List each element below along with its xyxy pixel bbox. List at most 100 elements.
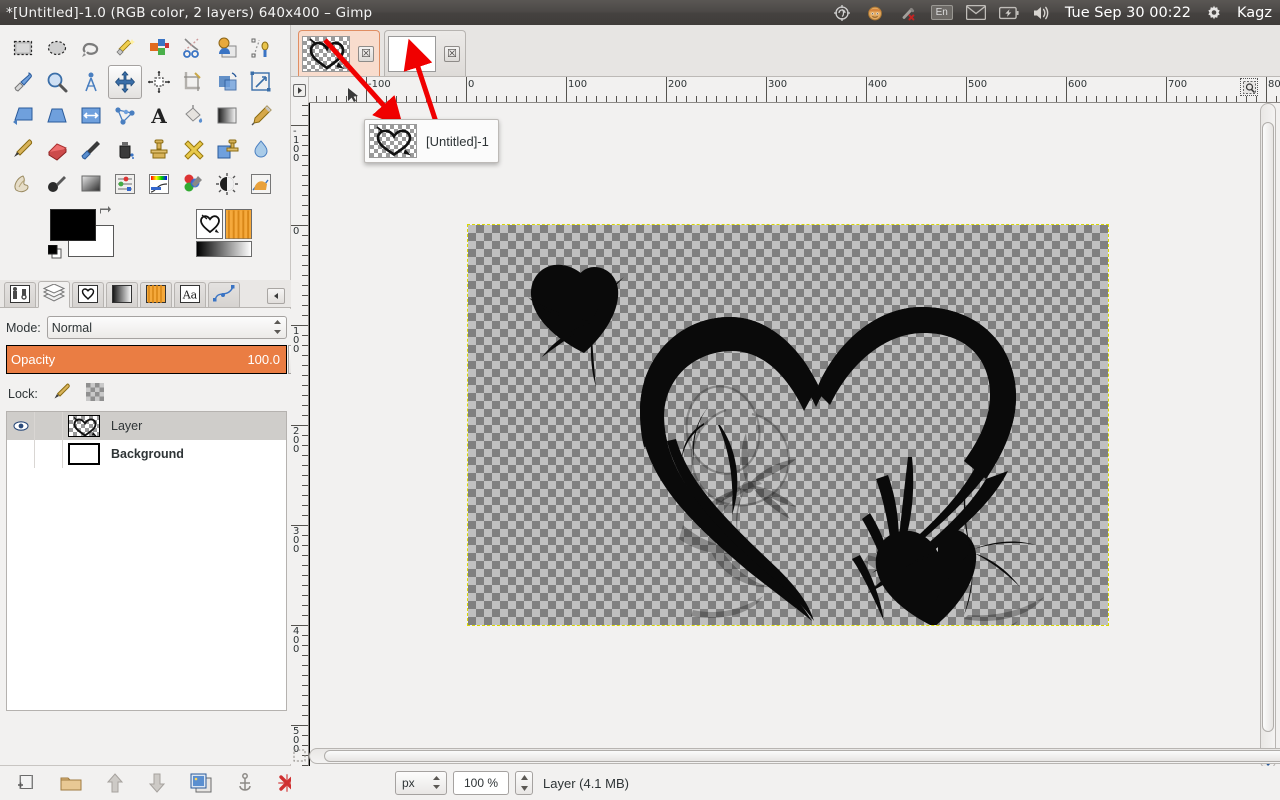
lock-pixels-icon[interactable]: [52, 382, 72, 405]
active-brush-indicator[interactable]: [196, 209, 223, 239]
layer-visibility-icon[interactable]: [7, 440, 35, 468]
dock-menu-icon[interactable]: [267, 288, 285, 304]
scale-tool[interactable]: [244, 65, 278, 99]
selection-mode-icon[interactable]: [293, 749, 307, 763]
tab-paths[interactable]: [208, 282, 240, 307]
vertical-scrollbar[interactable]: [1260, 103, 1276, 769]
tab-brushes[interactable]: [72, 282, 104, 307]
quick-mask-icon[interactable]: [1240, 78, 1258, 96]
posterize-tool[interactable]: [244, 167, 278, 201]
canvas-viewport[interactable]: [309, 103, 1280, 769]
perspective-clone-tool[interactable]: [210, 133, 244, 167]
keyboard-layout-icon[interactable]: En: [930, 5, 953, 20]
tab-layers[interactable]: [38, 281, 70, 308]
by-color-select-tool[interactable]: [142, 31, 176, 65]
battery-icon[interactable]: [998, 3, 1019, 23]
alignment-tool[interactable]: [142, 65, 176, 99]
new-layer-icon[interactable]: [16, 772, 36, 794]
tab-tool-options[interactable]: [4, 282, 36, 307]
tab-gradients[interactable]: [106, 282, 138, 307]
perspective-tool[interactable]: [40, 99, 74, 133]
fg-bg-color-area[interactable]: [47, 206, 114, 259]
shear-tool[interactable]: [6, 99, 40, 133]
username-label[interactable]: Kagz: [1237, 5, 1272, 21]
horizontal-scrollbar-thumb[interactable]: [324, 750, 1280, 762]
horizontal-ruler[interactable]: -1000100200300400500600700800900: [309, 77, 1280, 103]
image-tab-untitled-2[interactable]: ☒: [384, 30, 466, 76]
bluetooth-off-icon[interactable]: [898, 3, 918, 23]
ellipse-select-tool[interactable]: [40, 31, 74, 65]
table-row[interactable]: Background: [7, 440, 286, 468]
layer-visibility-icon[interactable]: [7, 412, 35, 440]
cage-transform-tool[interactable]: [108, 99, 142, 133]
opacity-slider[interactable]: Opacity 100.0: [6, 345, 307, 374]
raise-layer-icon[interactable]: [106, 772, 124, 794]
bucket-fill-tool[interactable]: [176, 99, 210, 133]
ink-tool[interactable]: [108, 133, 142, 167]
duplicate-layer-icon[interactable]: [190, 772, 212, 794]
rect-select-tool[interactable]: [6, 31, 40, 65]
active-pattern-indicator[interactable]: [225, 209, 252, 239]
curves-tool[interactable]: [142, 167, 176, 201]
reset-colors-icon[interactable]: [47, 244, 62, 262]
gradient-preview-tool[interactable]: [74, 167, 108, 201]
crop-tool[interactable]: [176, 65, 210, 99]
airbrush-tool[interactable]: [74, 133, 108, 167]
swap-colors-icon[interactable]: [98, 206, 112, 223]
new-layer-group-icon[interactable]: [60, 772, 82, 794]
table-row[interactable]: Layer: [7, 412, 286, 440]
blend-tool[interactable]: [210, 99, 244, 133]
paths-tool[interactable]: [244, 31, 278, 65]
foreground-select-tool[interactable]: [210, 31, 244, 65]
active-gradient-indicator[interactable]: [196, 241, 252, 257]
horizontal-scrollbar[interactable]: [309, 748, 1280, 764]
smudge-tool[interactable]: [6, 167, 40, 201]
flip-tool[interactable]: [74, 99, 108, 133]
heal-tool[interactable]: [176, 133, 210, 167]
gear-icon[interactable]: [1204, 3, 1224, 23]
lower-layer-icon[interactable]: [148, 772, 166, 794]
clock[interactable]: Tue Sep 30 00:22: [1065, 5, 1191, 21]
brightness-contrast-tool[interactable]: [210, 167, 244, 201]
rotate-tool[interactable]: [210, 65, 244, 99]
vertical-ruler[interactable]: - 1 0 001 0 02 0 03 0 04 0 05 0 0: [291, 103, 309, 769]
vertical-scrollbar-thumb[interactable]: [1262, 122, 1274, 732]
pencil-tool[interactable]: [244, 99, 278, 133]
lock-alpha-icon[interactable]: [85, 383, 104, 404]
blur-sharpen-tool[interactable]: [244, 133, 278, 167]
close-icon[interactable]: ☒: [444, 45, 460, 62]
paintbrush-tool[interactable]: [6, 133, 40, 167]
clone-tool[interactable]: [142, 133, 176, 167]
fuzzy-select-tool[interactable]: [108, 31, 142, 65]
mode-combo[interactable]: Normal: [46, 316, 287, 339]
color-picker-tool[interactable]: [6, 65, 40, 99]
close-icon[interactable]: ☒: [358, 45, 374, 62]
layer-list[interactable]: Layer Background: [6, 411, 287, 711]
mail-icon[interactable]: [965, 3, 986, 23]
volume-icon[interactable]: [1032, 3, 1052, 23]
scissors-select-tool[interactable]: [176, 31, 210, 65]
tab-patterns[interactable]: [140, 282, 172, 307]
anchor-layer-icon[interactable]: [236, 772, 254, 794]
zoom-stepper[interactable]: [515, 771, 533, 795]
image-tab-untitled-1[interactable]: ☒: [298, 30, 380, 76]
layer-link-cell[interactable]: [35, 440, 63, 468]
layer-link-cell[interactable]: [35, 412, 63, 440]
eraser-tool[interactable]: [40, 133, 74, 167]
dodge-burn-tool[interactable]: [40, 167, 74, 201]
sync-icon[interactable]: [832, 3, 852, 23]
unit-combo[interactable]: px: [395, 771, 447, 795]
smiley-icon[interactable]: [865, 3, 885, 23]
text-tool[interactable]: A: [142, 99, 176, 133]
zoom-tool[interactable]: [40, 65, 74, 99]
measure-tool[interactable]: [74, 65, 108, 99]
foreground-color-swatch[interactable]: [50, 209, 96, 241]
zoom-input[interactable]: 100 %: [453, 771, 509, 795]
move-tool[interactable]: [108, 65, 142, 99]
image-canvas[interactable]: [467, 224, 1109, 626]
color-balance-tool[interactable]: [176, 167, 210, 201]
free-select-tool[interactable]: [74, 31, 108, 65]
tab-fonts[interactable]: Aa: [174, 282, 206, 307]
ruler-corner-menu[interactable]: [291, 77, 309, 103]
levels-tool[interactable]: [108, 167, 142, 201]
